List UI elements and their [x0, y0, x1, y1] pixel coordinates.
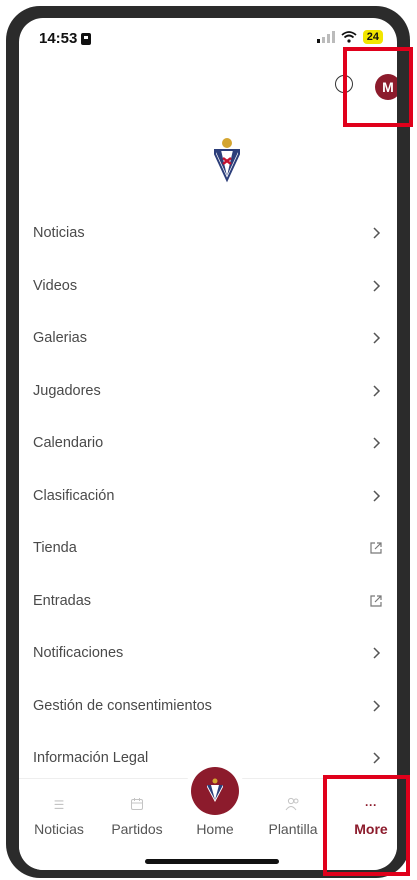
club-crest-icon [207, 778, 223, 802]
menu-item-gestion-consentimientos[interactable]: Gestión de consentimientos [33, 680, 393, 733]
menu-item-label: Información Legal [33, 750, 149, 767]
chevron-right-icon [373, 280, 381, 292]
bottom-navigation: ☰ Noticias Partidos Home Plantilla ··· M… [19, 767, 397, 870]
nav-tab-plantilla[interactable]: Plantilla [257, 797, 329, 837]
menu-item-label: Notificaciones [33, 645, 124, 662]
menu-item-label: Tienda [33, 540, 77, 557]
external-link-icon [370, 595, 382, 607]
status-time: 14:53 [39, 30, 92, 47]
nav-tab-partidos[interactable]: Partidos [101, 797, 173, 837]
menu-item-label: Noticias [33, 225, 85, 242]
menu-item-label: Videos [33, 277, 78, 294]
club-crest-logo [214, 138, 240, 183]
nav-tab-label: More [354, 821, 388, 837]
menu-item-noticias[interactable]: Noticias [33, 207, 393, 260]
search-icon[interactable] [335, 75, 353, 93]
calendar-icon [101, 797, 173, 813]
home-indicator [145, 859, 279, 864]
menu-item-calendario[interactable]: Calendario [33, 417, 393, 470]
menu-item-entradas[interactable]: Entradas [33, 575, 393, 628]
nav-tab-label: Partidos [111, 821, 163, 837]
nav-tab-label: Noticias [34, 821, 84, 837]
chevron-right-icon [373, 752, 381, 764]
more-dots-icon: ··· [365, 798, 377, 812]
menu-item-label: Calendario [33, 435, 104, 452]
menu-item-jugadores[interactable]: Jugadores [33, 365, 393, 418]
menu-item-clasificacion[interactable]: Clasificación [33, 470, 393, 523]
chevron-right-icon [373, 385, 381, 397]
chevron-right-icon [373, 490, 381, 502]
status-time-text: 14:53 [39, 30, 78, 47]
menu-list: Noticias Videos Galerias Jugadores Calen… [33, 207, 393, 785]
menu-item-label: Jugadores [33, 382, 101, 399]
menu-item-label: Galerias [33, 330, 87, 347]
nav-tab-home[interactable]: Home [179, 821, 251, 837]
list-icon: ☰ [53, 798, 65, 812]
battery-indicator: 24 [362, 30, 383, 44]
app-screen: 14:53 24 M Noticias Videos Galerias Juga… [19, 18, 397, 870]
menu-item-videos[interactable]: Videos [33, 260, 393, 313]
chevron-right-icon [373, 647, 381, 659]
home-crest-button[interactable] [191, 767, 239, 815]
menu-item-tienda[interactable]: Tienda [33, 522, 393, 575]
external-link-icon [370, 542, 382, 554]
menu-item-label: Gestión de consentimientos [33, 697, 212, 714]
nav-tab-more[interactable]: ··· More [335, 797, 397, 837]
notification-badge-icon [81, 32, 92, 45]
menu-item-notificaciones[interactable]: Notificaciones [33, 627, 393, 680]
chevron-right-icon [373, 700, 381, 712]
chevron-right-icon [373, 437, 381, 449]
menu-item-galerias[interactable]: Galerias [33, 312, 393, 365]
chevron-right-icon [373, 227, 381, 239]
wifi-icon [341, 31, 357, 43]
nav-tab-label: Home [196, 821, 234, 837]
nav-tab-noticias[interactable]: ☰ Noticias [23, 797, 95, 837]
menu-item-label: Clasificación [33, 487, 115, 504]
chevron-right-icon [373, 332, 381, 344]
users-icon [257, 797, 329, 813]
profile-avatar-button[interactable]: M [375, 74, 397, 100]
menu-item-label: Entradas [33, 592, 92, 609]
status-icons: 24 [316, 30, 383, 44]
nav-tab-label: Plantilla [268, 821, 318, 837]
signal-icon [316, 31, 335, 43]
